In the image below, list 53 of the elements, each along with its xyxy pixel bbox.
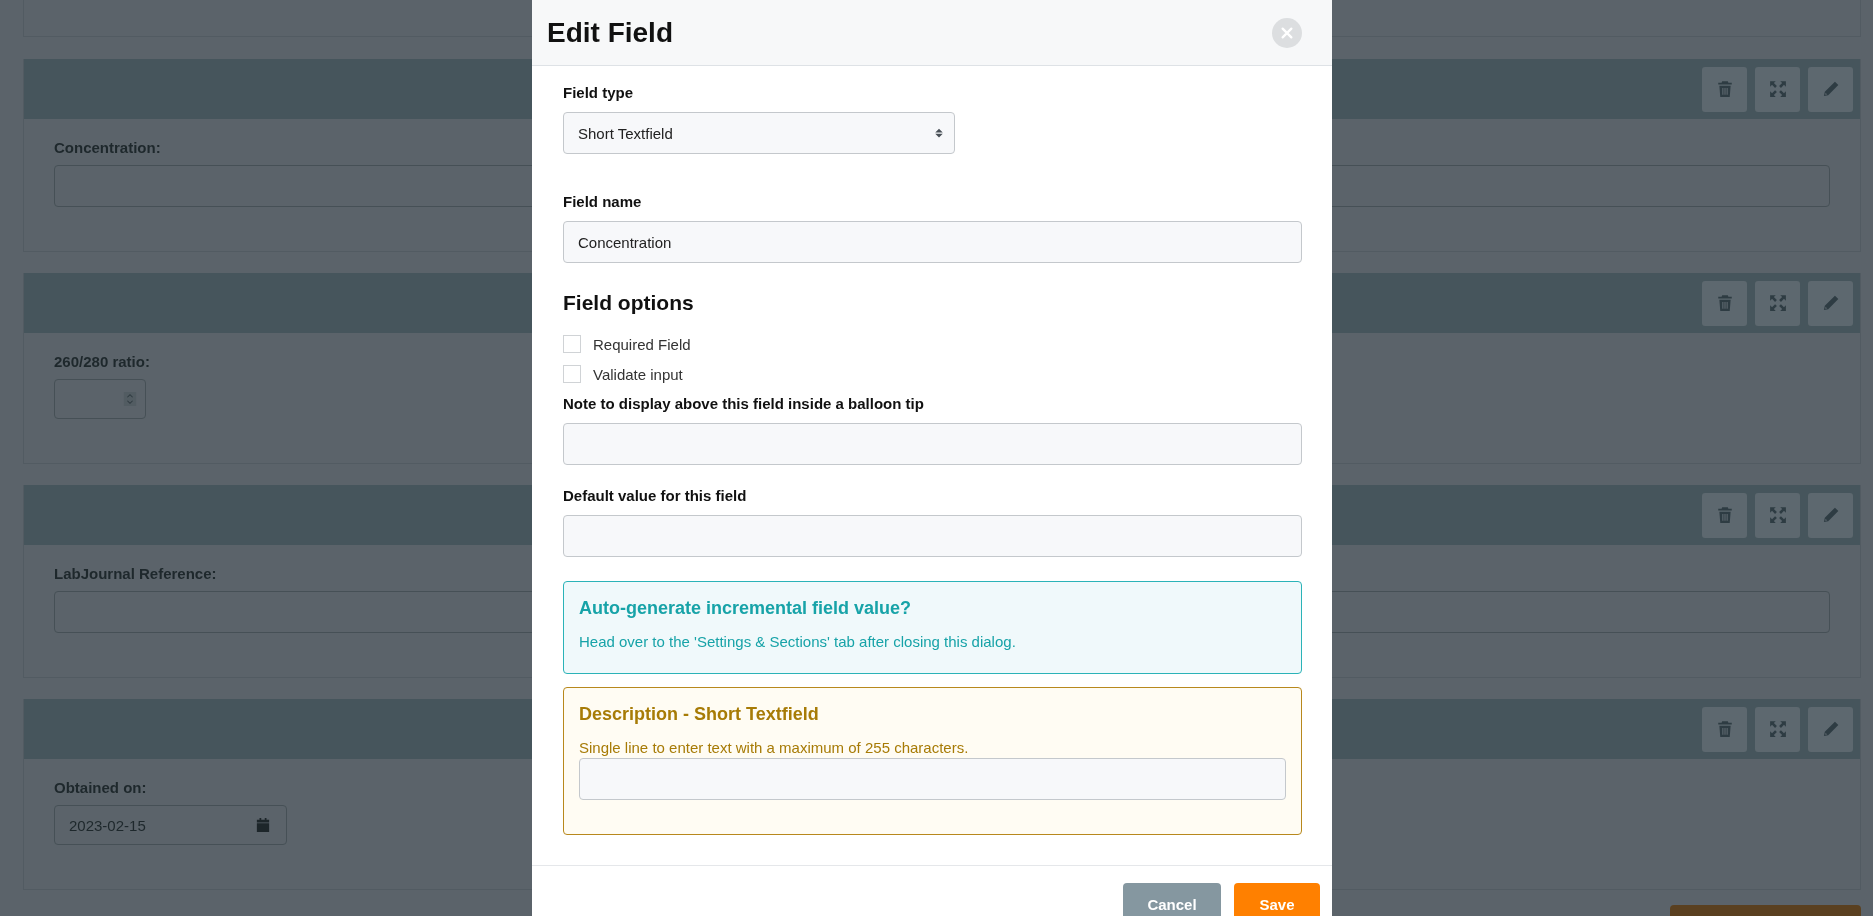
edit-button[interactable]	[1808, 706, 1853, 752]
trash-icon	[1715, 506, 1734, 524]
field-name-input[interactable]: Concentration	[563, 221, 1302, 263]
alert-title: Description - Short Textfield	[579, 704, 820, 725]
field-label: Note to display above this field inside a balloon tip	[563, 395, 924, 412]
checkbox[interactable]	[563, 365, 581, 383]
dialog-title: Edit Field	[547, 16, 673, 49]
expand-arrows-icon	[1768, 720, 1787, 738]
pencil-icon	[1821, 80, 1840, 98]
edit-button[interactable]	[1808, 280, 1853, 326]
default-value-input[interactable]	[563, 515, 1302, 557]
field-label: LabJournal Reference:	[54, 565, 218, 582]
delete-button[interactable]	[1702, 706, 1747, 752]
section-heading: Field options	[563, 291, 694, 315]
number-field[interactable]	[54, 379, 146, 419]
pencil-icon	[1821, 720, 1840, 738]
edit-button[interactable]	[1808, 66, 1853, 112]
expand-button[interactable]	[1755, 492, 1800, 538]
field-label: Obtained on:	[54, 779, 148, 796]
field-label: 260/280 ratio:	[54, 353, 151, 370]
delete-button[interactable]	[1702, 492, 1747, 538]
checkbox[interactable]	[563, 335, 581, 353]
up-down-caret-icon	[934, 126, 944, 140]
field-label: Default value for this field	[563, 487, 747, 504]
checkbox-option[interactable]: Required Field	[563, 329, 691, 359]
expand-arrows-icon	[1768, 80, 1787, 98]
expand-button[interactable]	[1755, 706, 1800, 752]
field-label: Field type	[563, 84, 633, 101]
trash-icon	[1715, 720, 1734, 738]
alert-text: Single line to enter text with a maximum of 255 characters.	[579, 739, 970, 756]
delete-button[interactable]	[1702, 280, 1747, 326]
note-input[interactable]	[563, 423, 1302, 465]
expand-arrows-icon	[1768, 506, 1787, 524]
date-value: 2023-02-15	[69, 816, 146, 834]
checkbox-option[interactable]: Validate input	[563, 359, 683, 389]
preview-input[interactable]	[579, 758, 1286, 800]
edit-button[interactable]	[1808, 492, 1853, 538]
field-type-select[interactable]: Short Textfield	[563, 112, 955, 154]
expand-button[interactable]	[1755, 66, 1800, 112]
close-icon	[1280, 25, 1294, 40]
field-label: Concentration:	[54, 139, 162, 156]
expand-arrows-icon	[1768, 294, 1787, 312]
alert-text: Head over to the 'Settings & Sections' tab after closing this dialog.	[579, 633, 1017, 650]
trash-icon	[1715, 80, 1734, 98]
trash-icon	[1715, 294, 1734, 312]
delete-button[interactable]	[1702, 66, 1747, 112]
pencil-icon	[1821, 294, 1840, 312]
calendar-icon	[256, 818, 270, 832]
expand-button[interactable]	[1755, 280, 1800, 326]
pencil-icon	[1821, 506, 1840, 524]
alert-title: Auto-generate incremental field value?	[579, 598, 913, 619]
field-label: Field name	[563, 193, 642, 210]
close-button[interactable]	[1272, 17, 1302, 48]
